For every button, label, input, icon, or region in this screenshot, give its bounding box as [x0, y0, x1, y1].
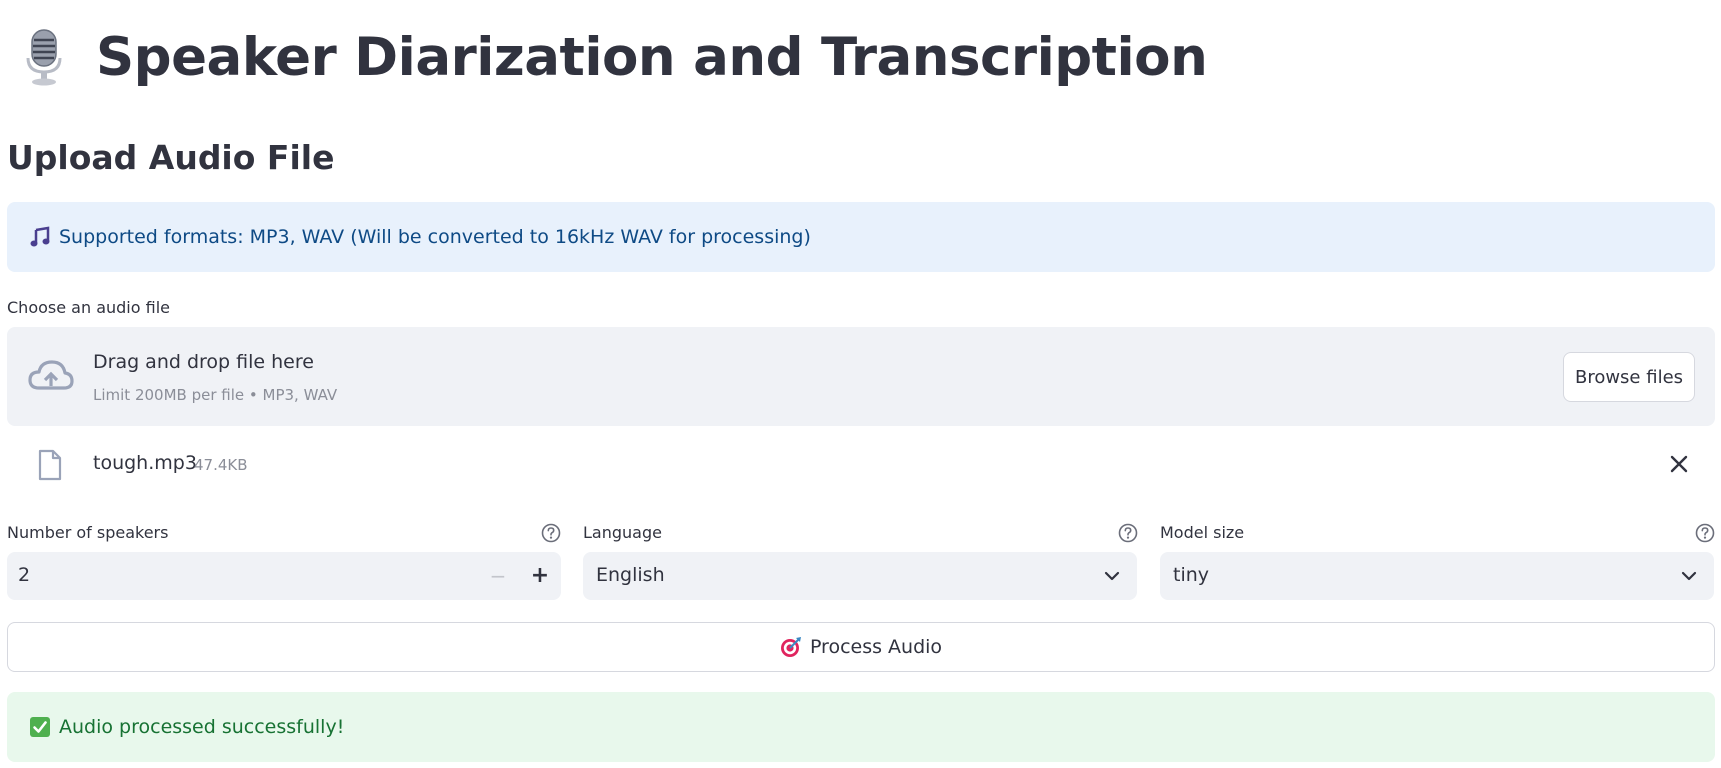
speakers-value[interactable]: 2 — [18, 564, 30, 586]
model-size-label: Model size — [1160, 523, 1245, 542]
info-text: Supported formats: MP3, WAV (Will be con… — [59, 226, 811, 248]
success-text: Audio processed successfully! — [59, 716, 345, 738]
page-title: Speaker Diarization and Transcription — [96, 26, 1208, 88]
uploader-label: Choose an audio file — [7, 298, 170, 317]
browse-files-button[interactable]: Browse files — [1563, 352, 1695, 402]
process-audio-label: Process Audio — [809, 636, 943, 658]
close-icon[interactable] — [1667, 452, 1691, 476]
dropzone-limit-text: Limit 200MB per file • MP3, WAV — [93, 386, 338, 404]
language-value: English — [596, 564, 665, 586]
language-label: Language — [583, 523, 662, 542]
help-icon[interactable] — [1118, 523, 1138, 543]
title-row: Speaker Diarization and Transcription — [24, 22, 1208, 92]
microphone-icon — [26, 29, 62, 86]
cloud-upload-icon — [28, 360, 74, 390]
file-size: 47.4KB — [194, 456, 248, 474]
help-icon[interactable] — [1695, 523, 1715, 543]
direct-hit-target-icon — [780, 637, 801, 657]
model-size-select[interactable]: tiny — [1160, 552, 1714, 600]
help-icon[interactable] — [541, 523, 561, 543]
success-alert: Audio processed successfully! — [7, 692, 1715, 762]
file-name: tough.mp3 — [93, 452, 197, 474]
info-alert: Supported formats: MP3, WAV (Will be con… — [7, 202, 1715, 272]
language-select[interactable]: English — [583, 552, 1137, 600]
app-page: Speaker Diarization and Transcription Up… — [0, 0, 1721, 768]
increment-button[interactable]: + — [527, 562, 553, 590]
process-audio-button[interactable]: Process Audio — [7, 622, 1715, 672]
musical-note-icon — [30, 226, 50, 247]
file-icon — [38, 449, 62, 481]
upload-subheader: Upload Audio File — [7, 138, 335, 177]
check-mark-icon — [30, 717, 50, 737]
decrement-button[interactable]: − — [485, 562, 511, 590]
dropzone-title: Drag and drop file here — [93, 351, 314, 373]
uploaded-file-row: tough.mp3 47.4KB — [7, 440, 1715, 490]
chevron-down-icon — [1681, 571, 1697, 581]
chevron-down-icon — [1104, 571, 1120, 581]
model-size-value: tiny — [1173, 564, 1210, 586]
file-dropzone[interactable]: Drag and drop file here Limit 200MB per … — [7, 327, 1715, 426]
speakers-label: Number of speakers — [7, 523, 169, 542]
speakers-number-input[interactable]: 2 − + — [7, 552, 561, 600]
